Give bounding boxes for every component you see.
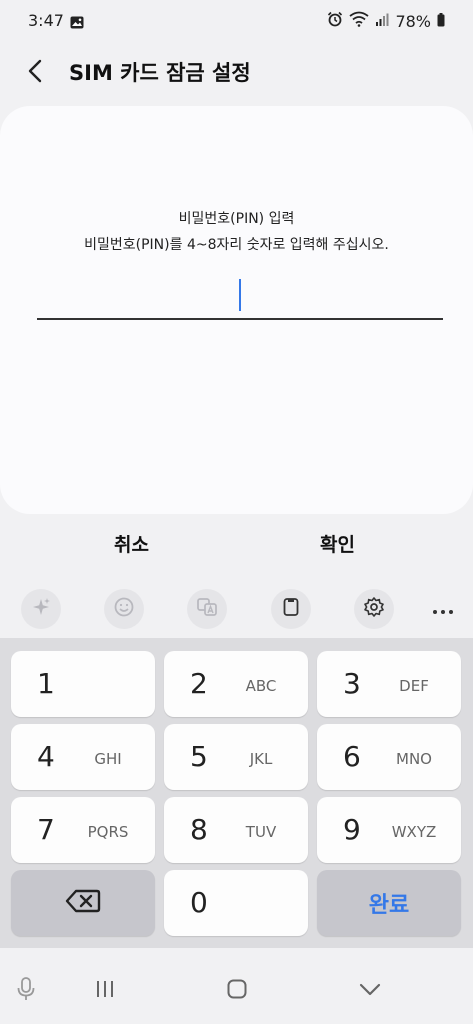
- home-button[interactable]: [222, 976, 252, 1006]
- app-header: SIM 카드 잠금 설정: [0, 44, 473, 104]
- status-bar: 3:47 78%: [0, 0, 473, 44]
- emoji-button[interactable]: [104, 589, 144, 629]
- hide-keyboard-button[interactable]: [355, 976, 385, 1006]
- translate-button[interactable]: [187, 589, 227, 629]
- key-5[interactable]: 5 JKL: [164, 724, 308, 790]
- key-letters: GHI: [94, 750, 122, 768]
- key-number: 3: [343, 667, 361, 700]
- key-letters: JKL: [249, 750, 273, 768]
- settings-button[interactable]: [354, 589, 394, 629]
- sparkle-button[interactable]: [21, 589, 61, 629]
- key-number: 2: [190, 667, 208, 700]
- keyboard-toolbar: [0, 584, 473, 636]
- alarm-icon: [327, 11, 343, 31]
- key-8[interactable]: 8 TUV: [164, 797, 308, 863]
- key-number: 1: [37, 667, 55, 700]
- back-arrow-icon: [27, 59, 43, 87]
- sparkle-icon: [30, 596, 52, 622]
- done-key[interactable]: 완료: [317, 870, 461, 936]
- recent-apps-button[interactable]: [90, 976, 120, 1006]
- pin-input[interactable]: [37, 274, 443, 320]
- done-label: 완료: [368, 893, 410, 918]
- key-letters: PQRS: [87, 823, 129, 841]
- hide-keyboard-icon: [359, 982, 381, 1001]
- gallery-icon: [70, 14, 84, 29]
- settings-icon: [363, 596, 385, 622]
- signal-icon: [375, 12, 389, 31]
- key-6[interactable]: 6 MNO: [317, 724, 461, 790]
- number-keypad: 1 2 ABC 3 DEF 4 GHI 5 JKL 6 MNO 7 PQRS 8…: [0, 638, 473, 948]
- mic-icon: [17, 977, 35, 1005]
- navigation-bar: [0, 948, 473, 1024]
- key-number: 7: [37, 813, 55, 846]
- key-letters: TUV: [245, 823, 277, 841]
- voice-input-button[interactable]: [11, 976, 41, 1006]
- more-icon: [432, 600, 454, 619]
- key-number: 0: [190, 886, 208, 919]
- backspace-icon: [65, 889, 101, 917]
- pin-dialog-card: 비밀번호(PIN) 입력 비밀번호(PIN)를 4~8자리 숫자로 입력해 주십…: [0, 106, 473, 514]
- recent-apps-icon: [94, 980, 116, 1002]
- key-number: 4: [37, 740, 55, 773]
- more-button[interactable]: [423, 589, 463, 629]
- key-number: 6: [343, 740, 361, 773]
- backspace-key[interactable]: [11, 870, 155, 936]
- translate-icon: [196, 596, 218, 622]
- key-number: 8: [190, 813, 208, 846]
- key-3[interactable]: 3 DEF: [317, 651, 461, 717]
- text-cursor: [239, 279, 241, 311]
- key-7[interactable]: 7 PQRS: [11, 797, 155, 863]
- back-button[interactable]: [18, 56, 52, 90]
- key-number: 5: [190, 740, 208, 773]
- pin-prompt-title: 비밀번호(PIN) 입력: [178, 211, 295, 227]
- key-letters: DEF: [399, 677, 429, 695]
- dialog-actions: 취소 확인: [0, 518, 473, 580]
- clipboard-button[interactable]: [271, 589, 311, 629]
- key-letters: WXYZ: [391, 823, 437, 841]
- key-0[interactable]: 0: [164, 870, 308, 936]
- key-9[interactable]: 9 WXYZ: [317, 797, 461, 863]
- key-letters: MNO: [396, 750, 432, 768]
- emoji-icon: [113, 596, 135, 622]
- pin-prompt-hint: 비밀번호(PIN)를 4~8자리 숫자로 입력해 주십시오.: [84, 237, 389, 253]
- clipboard-icon: [280, 596, 302, 622]
- key-2[interactable]: 2 ABC: [164, 651, 308, 717]
- key-letters: ABC: [245, 677, 277, 695]
- cancel-button[interactable]: 취소: [114, 530, 149, 557]
- key-number: 9: [343, 813, 361, 846]
- battery-icon: [437, 12, 445, 31]
- key-1[interactable]: 1: [11, 651, 155, 717]
- page-title: SIM 카드 잠금 설정: [69, 61, 251, 85]
- key-4[interactable]: 4 GHI: [11, 724, 155, 790]
- status-time: 3:47: [28, 11, 64, 30]
- wifi-icon: [349, 11, 369, 31]
- ok-button[interactable]: 확인: [320, 530, 355, 557]
- home-icon: [227, 979, 247, 1003]
- battery-percent: 78%: [395, 11, 431, 31]
